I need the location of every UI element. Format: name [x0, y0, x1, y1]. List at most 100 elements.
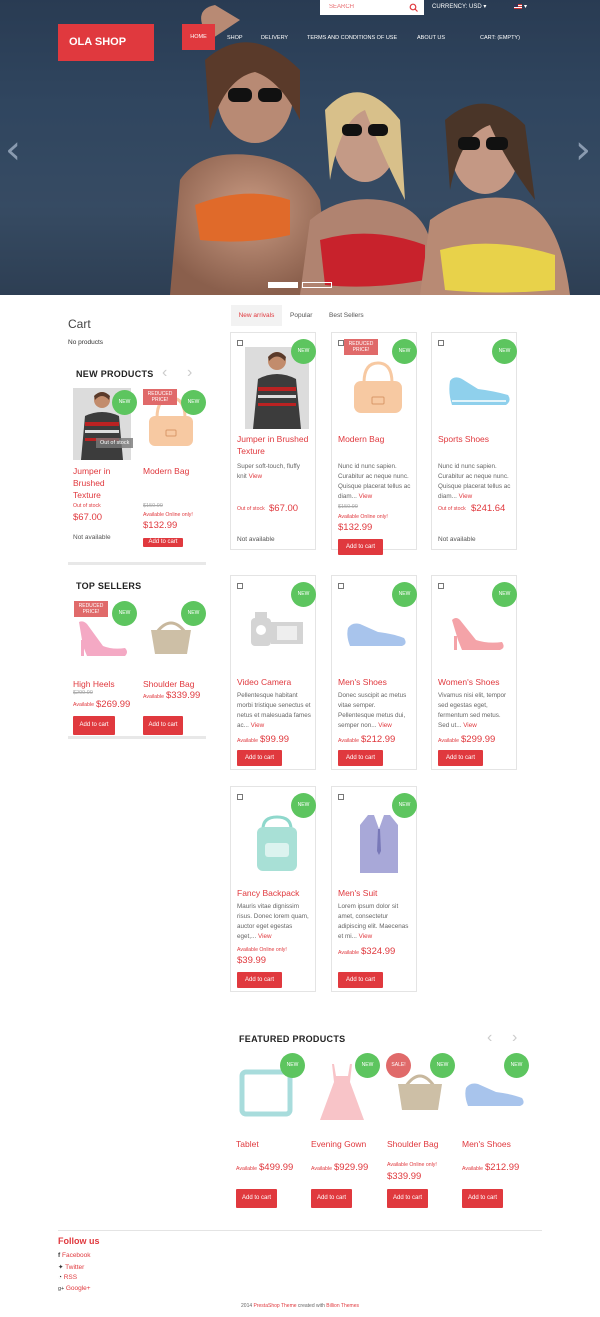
- availability-label: Available: [438, 738, 459, 744]
- currency-selector[interactable]: CURRENCY: USD ▾: [432, 3, 486, 10]
- slide-dot-1[interactable]: [268, 282, 298, 288]
- product-image[interactable]: [354, 811, 404, 877]
- compare-checkbox[interactable]: [237, 794, 243, 800]
- prev-slide-icon[interactable]: ‹: [5, 130, 21, 170]
- add-to-cart-button[interactable]: Add to cart: [438, 750, 483, 766]
- product-price: $269.99: [96, 699, 131, 710]
- new-badge: NEW: [112, 601, 137, 626]
- product-name-link[interactable]: High Heels: [73, 678, 115, 690]
- search-input[interactable]: SEARCH: [329, 4, 354, 10]
- new-badge: NEW: [392, 339, 417, 364]
- product-name-link[interactable]: Fancy Backpack: [237, 887, 299, 899]
- nav-about[interactable]: ABOUT US: [417, 35, 445, 41]
- prestashop-theme-link[interactable]: PrestaShop Theme: [254, 1303, 297, 1309]
- add-to-cart-button[interactable]: Add to cart: [311, 1189, 352, 1208]
- cart-link[interactable]: CART: (EMPTY): [480, 35, 520, 41]
- nav-delivery[interactable]: DELIVERY: [261, 35, 288, 41]
- product-name-link[interactable]: Tablet: [236, 1138, 259, 1150]
- product-image[interactable]: [444, 371, 514, 411]
- view-link[interactable]: View: [459, 493, 473, 500]
- featured-next-icon[interactable]: ›: [512, 1029, 517, 1047]
- product-price: $67.00: [73, 512, 103, 523]
- featured-prev-icon[interactable]: ‹: [487, 1029, 492, 1047]
- logo[interactable]: OLA SHOP: [58, 24, 154, 61]
- top-sellers-title: TOP SELLERS: [76, 581, 142, 591]
- product-image[interactable]: [448, 614, 508, 654]
- add-to-cart-button[interactable]: Add to cart: [338, 750, 383, 766]
- product-card: NEW Jumper in Brushed Texture Super soft…: [230, 332, 316, 550]
- view-link[interactable]: View: [359, 933, 373, 940]
- availability-label: Out of stock: [438, 506, 466, 512]
- new-badge: NEW: [291, 582, 316, 607]
- search-box[interactable]: SEARCH: [320, 0, 424, 15]
- add-to-cart-button[interactable]: Add to cart: [237, 750, 282, 766]
- language-caret: ▾: [524, 4, 528, 10]
- view-link[interactable]: View: [359, 493, 373, 500]
- cart-empty-text: No products: [68, 339, 104, 346]
- product-image[interactable]: [249, 815, 305, 875]
- google-plus-link[interactable]: g+ Google+: [58, 1285, 91, 1292]
- compare-checkbox[interactable]: [438, 583, 444, 589]
- compare-checkbox[interactable]: [237, 583, 243, 589]
- product-image[interactable]: [247, 608, 307, 658]
- tab-popular[interactable]: Popular: [290, 312, 312, 319]
- product-name-link[interactable]: Evening Gown: [311, 1138, 366, 1150]
- billion-themes-link[interactable]: Billion Themes: [326, 1303, 359, 1309]
- product-card: NEW Sports Shoes Nunc id nunc sapien. Cu…: [431, 332, 517, 550]
- product-card: NEW Men's Suit Lorem ipsum dolor sit ame…: [331, 786, 417, 992]
- nav-terms[interactable]: TERMS AND CONDITIONS OF USE: [307, 35, 397, 41]
- mens-shoes-image[interactable]: [462, 1080, 528, 1110]
- search-icon[interactable]: [409, 3, 418, 12]
- nav-shop[interactable]: SHOP: [227, 35, 243, 41]
- add-to-cart-button[interactable]: Add to cart: [236, 1189, 277, 1208]
- product-name-link[interactable]: Video Camera: [237, 676, 291, 688]
- new-badge: NEW: [280, 1053, 305, 1078]
- view-link[interactable]: View: [251, 722, 265, 729]
- add-to-cart-button[interactable]: Add to cart: [462, 1189, 503, 1208]
- add-to-cart-button[interactable]: Add to cart: [338, 972, 383, 988]
- new-products-prev-icon[interactable]: ‹: [162, 364, 167, 382]
- twitter-link[interactable]: ✦ Twitter: [58, 1263, 84, 1271]
- sidebar-divider: [68, 736, 206, 739]
- compare-checkbox[interactable]: [438, 340, 444, 346]
- product-name-link[interactable]: Men's Shoes: [338, 676, 387, 688]
- product-name-link[interactable]: Shoulder Bag: [387, 1138, 439, 1150]
- facebook-link[interactable]: f Facebook: [58, 1252, 91, 1259]
- slide-dot-2[interactable]: [302, 282, 332, 288]
- nav-home[interactable]: HOME: [182, 24, 215, 50]
- product-name-link[interactable]: Jumper in Brushed Texture: [73, 465, 131, 501]
- add-to-cart-button[interactable]: Add to cart: [237, 972, 282, 988]
- product-name-link[interactable]: Women's Shoes: [438, 676, 499, 688]
- rss-link[interactable]: ◔ RSS: [58, 1274, 77, 1281]
- view-link[interactable]: View: [258, 933, 272, 940]
- product-name-link[interactable]: Men's Suit: [338, 887, 377, 899]
- product-name-link[interactable]: Jumper in Brushed Texture: [237, 433, 315, 457]
- new-products-title: NEW PRODUCTS: [76, 369, 154, 379]
- product-name-link[interactable]: Modern Bag: [143, 465, 189, 477]
- tab-new-arrivals[interactable]: New arrivals: [231, 305, 282, 326]
- view-link[interactable]: View: [378, 722, 392, 729]
- view-link[interactable]: View: [463, 722, 477, 729]
- compare-checkbox[interactable]: [338, 794, 344, 800]
- product-image[interactable]: [344, 620, 410, 650]
- add-to-cart-button[interactable]: Add to cart: [143, 716, 183, 735]
- product-name-link[interactable]: Modern Bag: [338, 433, 384, 445]
- view-link[interactable]: View: [249, 473, 263, 480]
- availability-label: Available: [338, 950, 359, 956]
- product-name-link[interactable]: Sports Shoes: [438, 433, 489, 445]
- availability-label: Available: [73, 702, 94, 708]
- language-selector[interactable]: ▾: [514, 3, 527, 10]
- add-to-cart-button[interactable]: Add to cart: [338, 539, 383, 555]
- add-to-cart-button[interactable]: Add to cart: [143, 538, 183, 547]
- next-slide-icon[interactable]: ›: [575, 130, 591, 170]
- new-products-next-icon[interactable]: ›: [187, 364, 192, 382]
- product-name-link[interactable]: Shoulder Bag: [143, 678, 195, 690]
- tab-best-sellers[interactable]: Best Sellers: [329, 312, 364, 319]
- compare-checkbox[interactable]: [338, 583, 344, 589]
- product-price: $299.99: [461, 734, 496, 745]
- add-to-cart-button[interactable]: Add to cart: [387, 1189, 428, 1208]
- compare-checkbox[interactable]: [237, 340, 243, 346]
- add-to-cart-button[interactable]: Add to cart: [73, 716, 115, 735]
- product-image[interactable]: [348, 357, 408, 417]
- product-name-link[interactable]: Men's Shoes: [462, 1138, 511, 1150]
